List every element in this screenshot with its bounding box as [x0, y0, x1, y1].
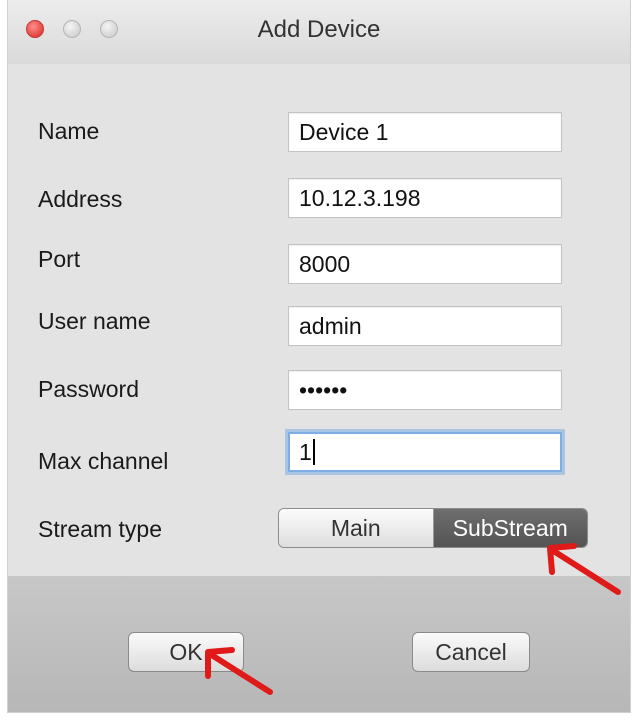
stream-type-substream-option[interactable]: SubStream: [433, 509, 587, 547]
port-label: Port: [38, 246, 81, 272]
ok-button[interactable]: OK: [128, 632, 244, 672]
text-caret: [312, 439, 315, 465]
username-field[interactable]: admin: [288, 306, 562, 346]
window-title: Add Device: [257, 16, 381, 43]
stream-type-label: Stream type: [38, 516, 162, 542]
address-label: Address: [38, 186, 123, 212]
name-label: Name: [38, 118, 100, 144]
title-bar: Add Device: [8, 0, 630, 64]
stream-type-segmented-control: Main SubStream: [278, 508, 588, 548]
cancel-button[interactable]: Cancel: [412, 632, 530, 672]
password-field[interactable]: ••••••: [288, 370, 562, 410]
password-label: Password: [38, 376, 139, 402]
max-channel-label: Max channel: [38, 448, 169, 474]
username-label: User name: [38, 308, 151, 334]
button-bar: [8, 576, 630, 712]
address-field[interactable]: 10.12.3.198: [288, 178, 562, 218]
add-device-dialog: Add Device Name Device 1 Address 10.12.3…: [8, 0, 630, 712]
name-field[interactable]: Device 1: [288, 112, 562, 152]
stream-type-main-option[interactable]: Main: [279, 509, 434, 547]
max-channel-field[interactable]: 1: [288, 432, 562, 472]
port-field[interactable]: 8000: [288, 244, 562, 284]
max-channel-value: 1: [299, 439, 312, 465]
